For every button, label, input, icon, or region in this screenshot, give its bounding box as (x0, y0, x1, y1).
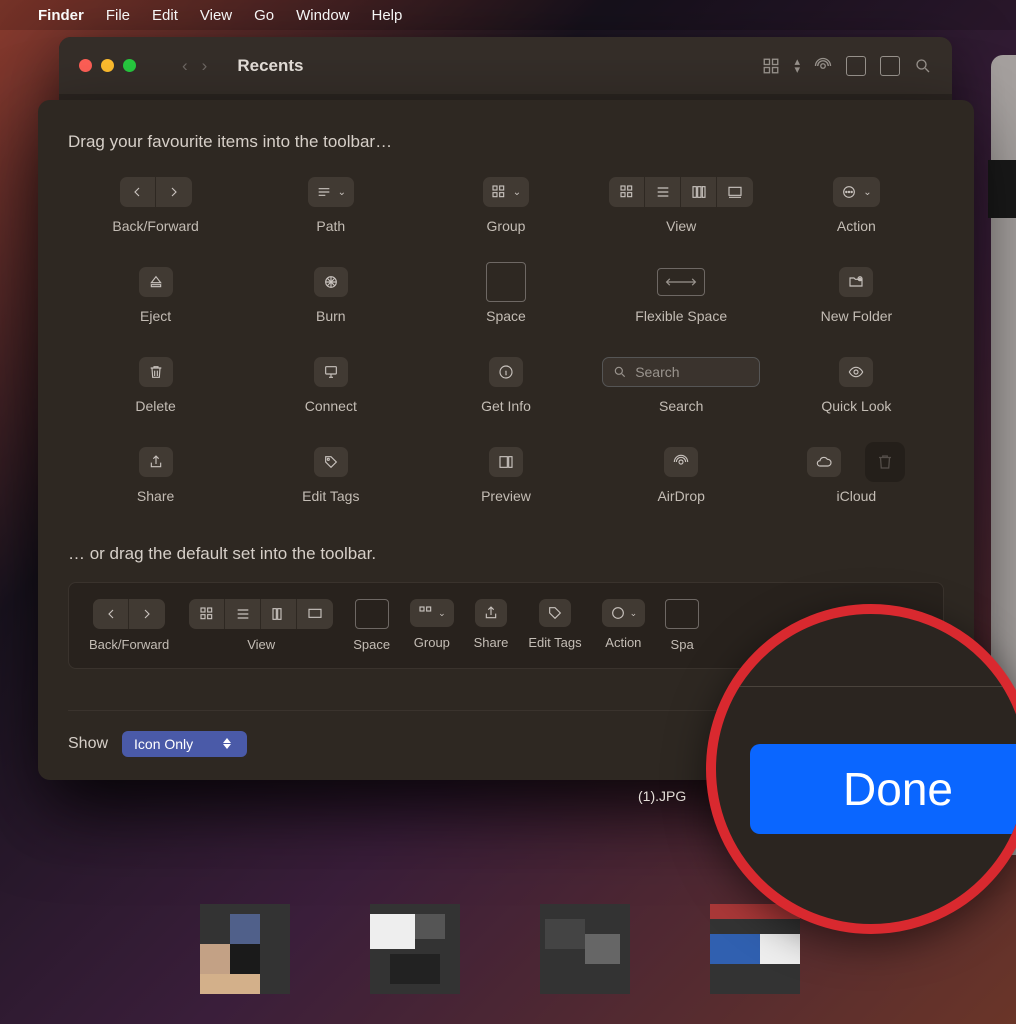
palette-label: Group (487, 218, 526, 234)
palette-back-forward[interactable]: Back/Forward (68, 176, 243, 234)
default-label: Back/Forward (89, 637, 169, 652)
palette-space[interactable]: Space (418, 266, 593, 324)
menu-view[interactable]: View (200, 7, 232, 24)
palette-preview[interactable]: Preview (418, 446, 593, 504)
default-label: View (247, 637, 275, 652)
menu-edit[interactable]: Edit (152, 7, 178, 24)
palette-label: Quick Look (821, 398, 891, 414)
close-button[interactable] (79, 59, 92, 72)
default-label: Action (605, 635, 641, 650)
palette-view[interactable]: View (594, 176, 769, 234)
back-icon[interactable]: ‹ (182, 56, 188, 76)
flexible-space-icon (657, 268, 705, 296)
thumbnail[interactable] (200, 904, 290, 994)
search-field[interactable]: Search (602, 357, 760, 387)
palette-icloud[interactable]: iCloud (769, 446, 944, 504)
search-icon[interactable] (914, 57, 932, 75)
toolbar-slot-2[interactable] (880, 56, 900, 76)
palette-action[interactable]: ⌄ Action (769, 176, 944, 234)
menu-help[interactable]: Help (372, 7, 403, 24)
palette-label: View (666, 218, 696, 234)
trash-drop-target[interactable] (865, 442, 905, 482)
palette-label: iCloud (837, 488, 877, 504)
window-title: Recents (237, 56, 744, 76)
menu-window[interactable]: Window (296, 7, 349, 24)
palette-label: New Folder (821, 308, 893, 324)
palette-connect[interactable]: Connect (243, 356, 418, 414)
menu-go[interactable]: Go (254, 7, 274, 24)
palette-label: Action (837, 218, 876, 234)
default-label: Edit Tags (528, 635, 581, 650)
palette-label: Search (659, 398, 703, 414)
palette-label: Preview (481, 488, 531, 504)
thumbnail[interactable] (710, 904, 800, 994)
palette-label: Delete (135, 398, 175, 414)
palette-label: Back/Forward (112, 218, 198, 234)
toolbar-slot-1[interactable] (846, 56, 866, 76)
palette-quick-look[interactable]: Quick Look (769, 356, 944, 414)
sheet-subheading: … or drag the default set into the toolb… (68, 544, 944, 564)
app-name[interactable]: Finder (38, 7, 84, 24)
palette-get-info[interactable]: Get Info (418, 356, 593, 414)
forward-icon[interactable]: › (202, 56, 208, 76)
palette-label: Path (316, 218, 345, 234)
sheet-heading: Drag your favourite items into the toolb… (68, 132, 944, 152)
palette-label: Get Info (481, 398, 531, 414)
traffic-lights (79, 59, 136, 72)
default-label: Spa (671, 637, 694, 652)
file-caption: (1).JPG (638, 788, 686, 804)
palette-new-folder[interactable]: New Folder (769, 266, 944, 324)
menu-file[interactable]: File (106, 7, 130, 24)
palette-airdrop[interactable]: AirDrop (594, 446, 769, 504)
stepper-icon[interactable]: ▴▾ (794, 58, 800, 74)
thumbnail[interactable] (370, 904, 460, 994)
palette-group[interactable]: ⌄ Group (418, 176, 593, 234)
search-placeholder: Search (635, 364, 679, 380)
grid-icon[interactable] (762, 57, 780, 75)
nav-buttons: ‹ › (182, 56, 207, 76)
palette-label: Flexible Space (635, 308, 727, 324)
palette-share[interactable]: Share (68, 446, 243, 504)
done-button-zoomed[interactable]: Done (750, 744, 1016, 834)
palette-label: Connect (305, 398, 357, 414)
space-icon (486, 262, 526, 302)
zoom-callout: Done (706, 604, 1016, 934)
toolbar-palette: Back/Forward ⌄ Path ⌄ Group View ⌄ Actio… (68, 176, 944, 504)
select-value: Icon Only (134, 736, 193, 752)
titlebar: ‹ › Recents ▴▾ (59, 37, 952, 95)
palette-burn[interactable]: Burn (243, 266, 418, 324)
palette-search[interactable]: Search Search (594, 356, 769, 414)
show-label: Show (68, 735, 108, 753)
palette-edit-tags[interactable]: Edit Tags (243, 446, 418, 504)
palette-eject[interactable]: Eject (68, 266, 243, 324)
airdrop-icon[interactable] (814, 57, 832, 75)
zoom-button[interactable] (123, 59, 136, 72)
minimize-button[interactable] (101, 59, 114, 72)
menubar: Finder File Edit View Go Window Help (0, 0, 1016, 30)
thumbnail[interactable] (540, 904, 630, 994)
background-strip (988, 160, 1016, 218)
palette-label: Space (486, 308, 526, 324)
palette-delete[interactable]: Delete (68, 356, 243, 414)
palette-path[interactable]: ⌄ Path (243, 176, 418, 234)
show-mode-select[interactable]: Icon Only (122, 731, 247, 757)
default-label: Space (353, 637, 390, 652)
palette-label: Burn (316, 308, 346, 324)
palette-label: Edit Tags (302, 488, 359, 504)
palette-flexible-space[interactable]: Flexible Space (594, 266, 769, 324)
palette-label: AirDrop (657, 488, 704, 504)
palette-label: Share (137, 488, 174, 504)
default-label: Share (474, 635, 509, 650)
palette-label: Eject (140, 308, 171, 324)
default-label: Group (414, 635, 450, 650)
